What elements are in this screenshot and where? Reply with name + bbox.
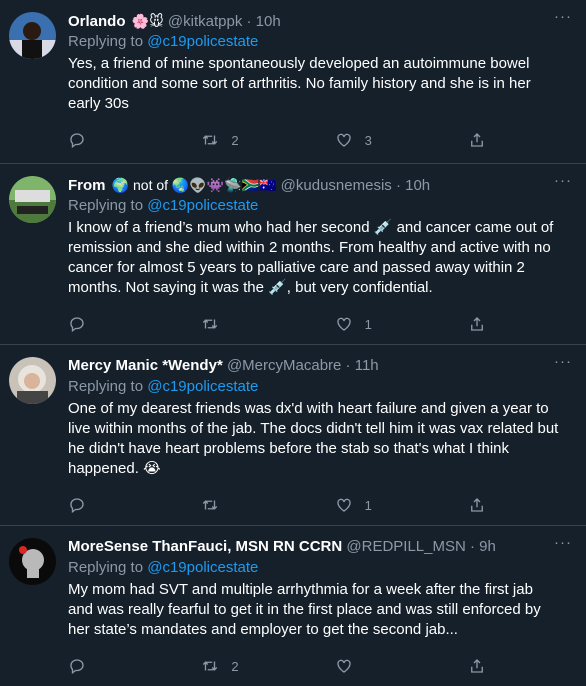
like-button[interactable]: 1 [335, 315, 425, 333]
display-name[interactable]: Orlando [68, 13, 126, 30]
reply-icon [70, 317, 84, 333]
retweet-icon [203, 661, 218, 671]
separator-dot: · [470, 538, 475, 555]
replying-label: Replying to [68, 559, 144, 576]
reply-icon [70, 659, 84, 675]
share-button[interactable] [468, 315, 488, 333]
like-button[interactable]: 3 [335, 131, 425, 149]
more-options-icon[interactable]: ··· [554, 9, 572, 24]
replying-label: Replying to [68, 197, 144, 214]
name-emojis: 🌍 not of 🌏👽👾🛸🇿🇦🇦🇺 [111, 177, 277, 193]
more-options-icon[interactable]: ··· [554, 354, 572, 369]
retweet-icon [203, 319, 218, 329]
display-name[interactable]: MoreSense ThanFauci, MSN RN CCRN [68, 538, 342, 555]
timestamp[interactable]: 10h [405, 177, 430, 194]
separator-dot: · [395, 177, 401, 194]
replying-to: Replying to @c19policestate [68, 196, 570, 216]
retweet-button[interactable]: 2 [201, 131, 291, 149]
handle[interactable]: @kudusnemesis [281, 177, 392, 194]
display-name[interactable]: Mercy Manic *Wendy* [68, 357, 223, 374]
share-button[interactable] [468, 657, 488, 675]
avatar[interactable] [9, 357, 56, 404]
separator-dot: · [246, 13, 252, 30]
tweet-text: Yes, a friend of mine spontaneously deve… [68, 55, 535, 112]
share-icon [471, 133, 483, 147]
tweet-actions: 2 3 [68, 126, 488, 154]
tweet-4[interactable]: ··· MoreSense ThanFauci, MSN RN CCRN @RE… [0, 526, 586, 686]
handle[interactable]: @MercyMacabre [227, 357, 341, 374]
retweet-icon [203, 135, 218, 145]
share-icon [471, 317, 483, 331]
heart-icon [336, 317, 351, 331]
reply-icon [70, 133, 84, 149]
handle[interactable]: @REDPILL_MSN [346, 538, 465, 555]
tweet-header: Orlando 🌸🐭 @kitkatppk · 10h [68, 10, 570, 32]
like-count: 1 [364, 316, 372, 332]
retweet-icon [203, 500, 218, 510]
tweet-1[interactable]: ··· Orlando 🌸🐭 @kitkatppk · 10h Replying… [0, 0, 586, 164]
replying-mention[interactable]: @c19policestate [147, 378, 258, 395]
tweet-text: I know of a friend’s mum who had her sec… [68, 219, 558, 296]
avatar[interactable] [9, 12, 56, 59]
retweet-button[interactable]: 2 [201, 657, 291, 675]
timestamp[interactable]: 11h [355, 357, 379, 374]
reply-button[interactable] [68, 657, 158, 675]
replying-to: Replying to @c19policestate [68, 32, 570, 52]
reply-button[interactable] [68, 496, 158, 514]
tweet-header: From 🌍 not of 🌏👽👾🛸🇿🇦🇦🇺 @kudusnemesis · 1… [68, 174, 570, 196]
replying-to: Replying to @c19policestate [68, 558, 570, 578]
heart-icon [336, 659, 351, 673]
heart-icon [336, 133, 351, 147]
tweet-actions: 2 [68, 652, 488, 680]
more-options-icon[interactable]: ··· [554, 535, 572, 550]
reply-feed: ··· Orlando 🌸🐭 @kitkatppk · 10h Replying… [0, 0, 586, 686]
reply-button[interactable] [68, 131, 158, 149]
more-options-icon[interactable]: ··· [554, 173, 572, 188]
retweet-button[interactable] [201, 496, 291, 514]
tweet-text: My mom had SVT and multiple arrhythmia f… [68, 581, 545, 638]
avatar[interactable] [9, 538, 56, 585]
like-button[interactable] [335, 657, 425, 675]
share-button[interactable] [468, 496, 488, 514]
share-icon [471, 659, 483, 673]
tweet-header: MoreSense ThanFauci, MSN RN CCRN @REDPIL… [68, 536, 570, 558]
heart-icon [336, 498, 351, 512]
like-count: 1 [364, 497, 372, 513]
retweet-button[interactable] [201, 315, 291, 333]
separator-dot: · [345, 357, 351, 374]
replying-label: Replying to [68, 33, 144, 50]
replying-mention[interactable]: @c19policestate [147, 559, 258, 576]
like-button[interactable]: 1 [335, 496, 425, 514]
handle[interactable]: @kitkatppk [168, 13, 242, 30]
retweet-count: 2 [231, 132, 239, 148]
like-count: 3 [364, 132, 372, 148]
reply-button[interactable] [68, 315, 158, 333]
timestamp[interactable]: 9h [479, 538, 496, 555]
tweet-header: Mercy Manic *Wendy* @MercyMacabre · 11h [68, 355, 570, 377]
share-icon [471, 498, 483, 512]
name-emojis: 🌸🐭 [131, 13, 164, 29]
timestamp[interactable]: 10h [256, 13, 281, 30]
replying-to: Replying to @c19policestate [68, 377, 570, 397]
replying-label: Replying to [68, 378, 144, 395]
reply-icon [70, 498, 84, 514]
tweet-text: One of my dearest friends was dx'd with … [68, 400, 563, 477]
retweet-count: 2 [231, 658, 239, 674]
tweet-2[interactable]: ··· From 🌍 not of 🌏👽👾🛸🇿🇦🇦🇺 @kudusnemesis… [0, 164, 586, 345]
tweet-actions: 1 [68, 491, 488, 519]
share-button[interactable] [468, 131, 488, 149]
tweet-actions: 1 [68, 310, 488, 338]
tweet-3[interactable]: ··· Mercy Manic *Wendy* @MercyMacabre · … [0, 345, 586, 526]
replying-mention[interactable]: @c19policestate [147, 33, 258, 50]
replying-mention[interactable]: @c19policestate [147, 197, 258, 214]
avatar[interactable] [9, 176, 56, 223]
display-name[interactable]: From [68, 177, 106, 194]
